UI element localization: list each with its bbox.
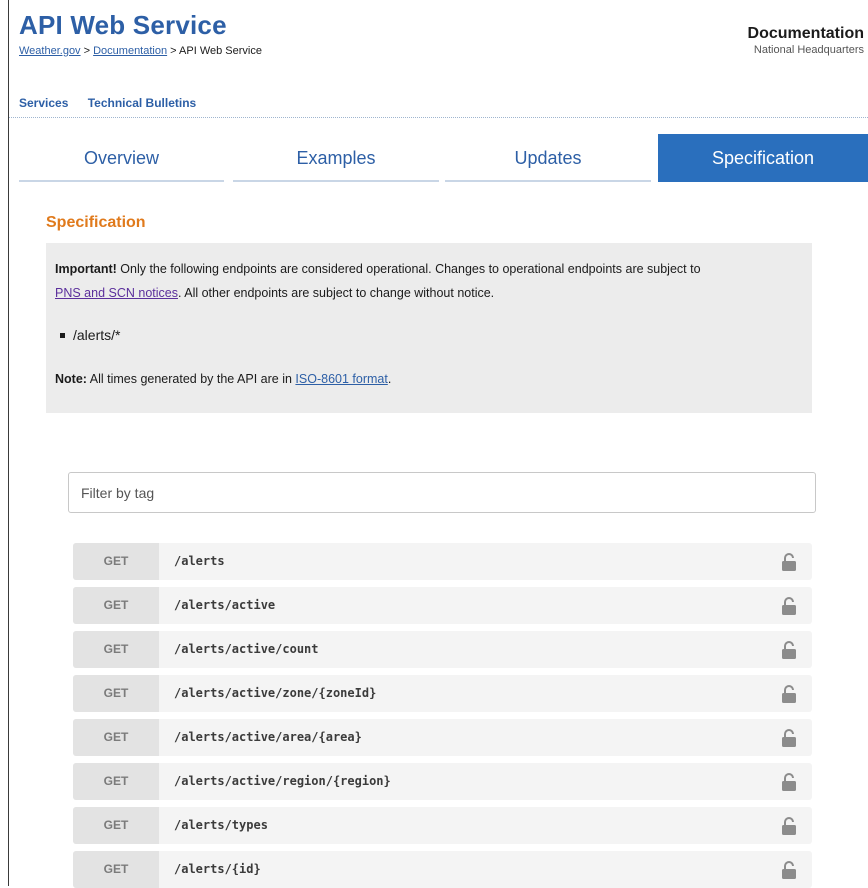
tab-updates[interactable]: Updates (445, 134, 651, 182)
endpoint-path: /alerts/types (174, 818, 268, 832)
http-method-badge: GET (73, 807, 159, 844)
endpoint-row[interactable]: GET /alerts/active/count (73, 631, 812, 668)
breadcrumb: Weather.gov > Documentation > API Web Se… (19, 45, 262, 57)
note-line: Note: All times generated by the API are… (55, 372, 391, 386)
breadcrumb-docs-link[interactable]: Documentation (93, 45, 167, 57)
note-text: All times generated by the API are in (86, 372, 296, 386)
endpoint-path: /alerts (174, 554, 225, 568)
operational-endpoint-path: /alerts/* (73, 327, 121, 343)
note-label: Note: (55, 372, 87, 386)
http-method-badge: GET (73, 631, 159, 668)
unlock-icon[interactable] (781, 773, 797, 791)
important-text: Only the following endpoints are conside… (116, 262, 701, 276)
specification-heading: Specification (46, 214, 146, 231)
technical-bulletins-link[interactable]: Technical Bulletins (88, 96, 196, 110)
notice-text: . All other endpoints are subject to cha… (177, 286, 495, 300)
operational-endpoint-item: /alerts/* (60, 327, 121, 343)
unlock-icon[interactable] (781, 817, 797, 835)
endpoint-row[interactable]: GET /alerts/active/area/{area} (73, 719, 812, 756)
unlock-icon[interactable] (781, 641, 797, 659)
pns-scn-notices-link[interactable]: PNS and SCN notices (55, 286, 178, 300)
iso-8601-link[interactable]: ISO-8601 format (295, 372, 387, 386)
breadcrumb-separator: > (80, 45, 94, 57)
endpoint-path: /alerts/{id} (174, 862, 261, 876)
unlock-icon[interactable] (781, 597, 797, 615)
http-method-badge: GET (73, 851, 159, 888)
http-method-badge: GET (73, 587, 159, 624)
unlock-icon[interactable] (781, 553, 797, 571)
http-method-badge: GET (73, 675, 159, 712)
breadcrumb-current: API Web Service (179, 45, 262, 57)
note-end: . (387, 372, 392, 386)
bullet-icon (60, 333, 65, 338)
endpoint-row[interactable]: GET /alerts/active/zone/{zoneId} (73, 675, 812, 712)
notice-line: Important! Only the following endpoints … (55, 262, 805, 276)
tab-overview[interactable]: Overview (19, 134, 224, 182)
page-title: API Web Service (19, 10, 227, 40)
endpoint-row[interactable]: GET /alerts/active/region/{region} (73, 763, 812, 800)
http-method-badge: GET (73, 763, 159, 800)
sub-navigation: Services Technical Bulletins (19, 96, 212, 110)
tab-specification[interactable]: Specification (658, 134, 868, 182)
endpoint-row[interactable]: GET /alerts/{id} (73, 851, 812, 888)
breadcrumb-separator: > (167, 45, 180, 57)
tab-bar: Overview Examples Updates Specification (19, 134, 868, 182)
important-label: Important! (55, 262, 117, 276)
http-method-badge: GET (73, 719, 159, 756)
endpoint-path: /alerts/active/area/{area} (174, 730, 362, 744)
tab-examples[interactable]: Examples (233, 134, 439, 182)
endpoint-path: /alerts/active/region/{region} (174, 774, 391, 788)
operational-notice: Important! Only the following endpoints … (46, 243, 812, 413)
notice-line: PNS and SCN notices. All other endpoints… (55, 286, 494, 300)
endpoint-path: /alerts/active (174, 598, 276, 612)
endpoint-row[interactable]: GET /alerts (73, 543, 812, 580)
http-method-badge: GET (73, 543, 159, 580)
page: API Web Service Weather.gov > Documentat… (9, 0, 868, 888)
breadcrumb-home-link[interactable]: Weather.gov (19, 45, 81, 57)
endpoint-path: /alerts/active/zone/{zoneId} (174, 686, 377, 700)
endpoint-path: /alerts/active/count (174, 642, 319, 656)
endpoint-row[interactable]: GET /alerts/types (73, 807, 812, 844)
unlock-icon[interactable] (781, 685, 797, 703)
filter-by-tag-input[interactable] (68, 472, 816, 513)
endpoint-row[interactable]: GET /alerts/active (73, 587, 812, 624)
unlock-icon[interactable] (781, 729, 797, 747)
unlock-icon[interactable] (781, 861, 797, 879)
services-link[interactable]: Services (19, 96, 68, 110)
documentation-subtitle: National Headquarters (753, 44, 864, 56)
documentation-title: Documentation (747, 25, 864, 42)
subnav-divider (9, 117, 868, 118)
